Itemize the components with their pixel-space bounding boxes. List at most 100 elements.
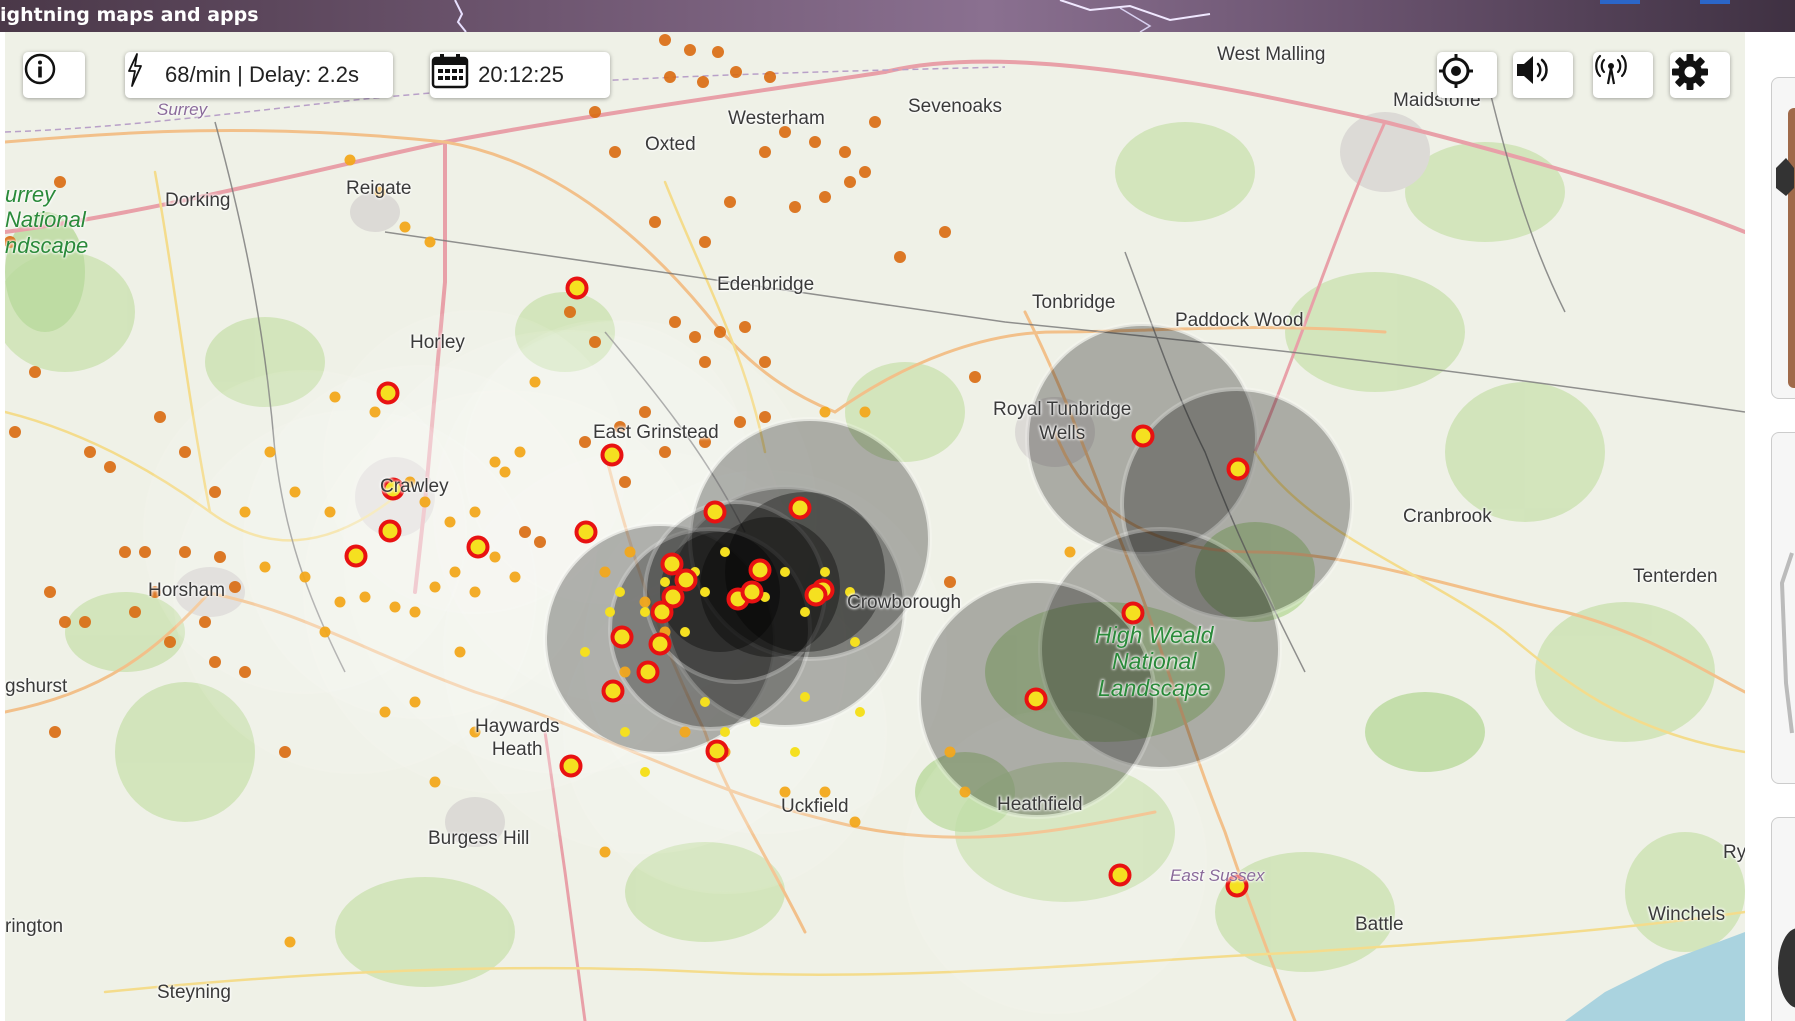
old-strike-marker[interactable] (712, 46, 724, 58)
old-strike-marker[interactable] (759, 411, 771, 423)
old-strike-marker[interactable] (564, 306, 576, 318)
fresh-strike-marker[interactable] (580, 647, 590, 657)
old-strike-marker[interactable] (969, 371, 981, 383)
old-strike-marker[interactable] (589, 106, 601, 118)
recent-strike-marker[interactable] (599, 566, 611, 578)
fresh-strike-marker[interactable] (855, 707, 865, 717)
old-strike-marker[interactable] (29, 366, 41, 378)
new-strike-marker[interactable] (565, 276, 589, 300)
recent-strike-marker[interactable] (529, 376, 541, 388)
new-strike-marker[interactable] (648, 632, 672, 656)
old-strike-marker[interactable] (119, 546, 131, 558)
new-strike-marker[interactable] (344, 544, 368, 568)
recent-strike-marker[interactable] (419, 496, 431, 508)
recent-strike-marker[interactable] (599, 846, 611, 858)
old-strike-marker[interactable] (154, 411, 166, 423)
new-strike-marker[interactable] (661, 585, 685, 609)
recent-strike-marker[interactable] (959, 786, 971, 798)
old-strike-marker[interactable] (939, 226, 951, 238)
locate-button[interactable] (1437, 52, 1497, 98)
old-strike-marker[interactable] (809, 136, 821, 148)
recent-strike-marker[interactable] (284, 936, 296, 948)
old-strike-marker[interactable] (214, 551, 226, 563)
old-strike-marker[interactable] (179, 546, 191, 558)
old-strike-marker[interactable] (209, 656, 221, 668)
recent-strike-marker[interactable] (639, 596, 651, 608)
new-strike-marker[interactable] (636, 660, 660, 684)
old-strike-marker[interactable] (229, 581, 241, 593)
fresh-strike-marker[interactable] (660, 577, 670, 587)
recent-strike-marker[interactable] (624, 546, 636, 558)
recent-strike-marker[interactable] (324, 506, 336, 518)
fresh-strike-marker[interactable] (700, 587, 710, 597)
new-strike-marker[interactable] (600, 443, 624, 467)
new-strike-marker[interactable] (740, 580, 764, 604)
time-display[interactable]: 20:12:25 (430, 52, 610, 98)
fresh-strike-marker[interactable] (750, 717, 760, 727)
old-strike-marker[interactable] (759, 146, 771, 158)
recent-strike-marker[interactable] (619, 666, 631, 678)
old-strike-marker[interactable] (59, 616, 71, 628)
recent-strike-marker[interactable] (424, 236, 436, 248)
fresh-strike-marker[interactable] (800, 692, 810, 702)
recent-strike-marker[interactable] (514, 446, 526, 458)
recent-strike-marker[interactable] (469, 586, 481, 598)
recent-strike-marker[interactable] (444, 516, 456, 528)
old-strike-marker[interactable] (699, 356, 711, 368)
old-strike-marker[interactable] (534, 536, 546, 548)
old-strike-marker[interactable] (589, 336, 601, 348)
old-strike-marker[interactable] (689, 331, 701, 343)
recent-strike-marker[interactable] (1064, 546, 1076, 558)
fresh-strike-marker[interactable] (640, 607, 650, 617)
recent-strike-marker[interactable] (334, 596, 346, 608)
old-strike-marker[interactable] (659, 446, 671, 458)
new-strike-marker[interactable] (660, 552, 684, 576)
settings-button[interactable] (1670, 52, 1730, 98)
new-strike-marker[interactable] (1108, 863, 1132, 887)
fresh-strike-marker[interactable] (850, 637, 860, 647)
old-strike-marker[interactable] (894, 251, 906, 263)
new-strike-marker[interactable] (610, 625, 634, 649)
recent-strike-marker[interactable] (369, 406, 381, 418)
recent-strike-marker[interactable] (449, 566, 461, 578)
recent-strike-marker[interactable] (329, 391, 341, 403)
recent-strike-marker[interactable] (944, 746, 956, 758)
old-strike-marker[interactable] (759, 356, 771, 368)
old-strike-marker[interactable] (697, 76, 709, 88)
new-strike-marker[interactable] (378, 519, 402, 543)
lightning-map[interactable]: West Malling Maidstone Surrey Sevenoaks … (5, 32, 1745, 1021)
fresh-strike-marker[interactable] (780, 567, 790, 577)
old-strike-marker[interactable] (669, 316, 681, 328)
fresh-strike-marker[interactable] (700, 697, 710, 707)
fresh-strike-marker[interactable] (720, 727, 730, 737)
new-strike-marker[interactable] (376, 381, 400, 405)
old-strike-marker[interactable] (9, 426, 21, 438)
old-strike-marker[interactable] (659, 34, 671, 46)
recent-strike-marker[interactable] (289, 486, 301, 498)
old-strike-marker[interactable] (819, 191, 831, 203)
new-strike-marker[interactable] (574, 520, 598, 544)
recent-strike-marker[interactable] (344, 154, 356, 166)
new-strike-marker[interactable] (1121, 601, 1145, 625)
old-strike-marker[interactable] (639, 406, 651, 418)
old-strike-marker[interactable] (844, 176, 856, 188)
new-strike-marker[interactable] (705, 739, 729, 763)
fresh-strike-marker[interactable] (605, 607, 615, 617)
old-strike-marker[interactable] (714, 326, 726, 338)
recent-strike-marker[interactable] (819, 406, 831, 418)
info-button[interactable] (23, 52, 85, 98)
old-strike-marker[interactable] (239, 666, 251, 678)
recent-strike-marker[interactable] (299, 571, 311, 583)
old-strike-marker[interactable] (764, 71, 776, 83)
fresh-strike-marker[interactable] (615, 587, 625, 597)
fresh-strike-marker[interactable] (820, 567, 830, 577)
strike-rate-display[interactable]: 68/min | Delay: 2.2s (125, 52, 393, 98)
recent-strike-marker[interactable] (264, 446, 276, 458)
new-strike-marker[interactable] (601, 679, 625, 703)
old-strike-marker[interactable] (104, 461, 116, 473)
fresh-strike-marker[interactable] (620, 727, 630, 737)
recent-strike-marker[interactable] (454, 646, 466, 658)
old-strike-marker[interactable] (209, 486, 221, 498)
new-strike-marker[interactable] (1131, 424, 1155, 448)
old-strike-marker[interactable] (129, 606, 141, 618)
